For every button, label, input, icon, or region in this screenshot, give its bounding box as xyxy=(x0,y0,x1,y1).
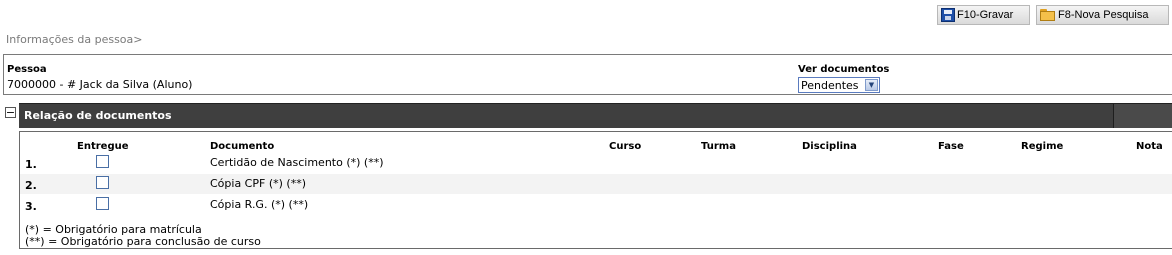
column-header-entregue: Entregue xyxy=(77,141,129,152)
collapse-section-button[interactable]: − xyxy=(5,107,16,118)
person-info-panel: Pessoa 7000000 - # Jack da Silva (Aluno)… xyxy=(3,54,1172,95)
section-header-endcap xyxy=(1113,104,1172,128)
column-header-documento: Documento xyxy=(210,141,275,152)
note-mandatory-completion: (**) = Obrigatório para conclusão de cur… xyxy=(25,235,261,248)
column-header-nota: Nota xyxy=(1136,141,1163,152)
column-header-fase: Fase xyxy=(938,141,964,152)
table-row: 1. Certidão de Nascimento (*) (**) xyxy=(20,153,1172,173)
section-header: Relação de documentos xyxy=(19,103,1172,128)
row-number: 1. xyxy=(25,158,37,171)
column-header-disciplina: Disciplina xyxy=(802,141,857,152)
view-documents-selected: Pendentes xyxy=(801,78,859,92)
document-name: Cópia CPF (*) (**) xyxy=(210,177,306,190)
column-header-turma: Turma xyxy=(701,141,736,152)
save-button-label: F10-Gravar xyxy=(957,9,1014,21)
floppy-disk-icon xyxy=(941,8,955,22)
view-documents-label: Ver documentos xyxy=(798,64,890,75)
documents-table: Entregue Documento Curso Turma Disciplin… xyxy=(19,131,1172,249)
section-title: Relação de documentos xyxy=(24,109,172,122)
view-documents-select[interactable]: Pendentes ▼ xyxy=(798,77,880,93)
column-header-curso: Curso xyxy=(609,141,642,152)
person-value: 7000000 - # Jack da Silva (Aluno) xyxy=(7,78,193,91)
minus-icon: − xyxy=(5,106,16,119)
column-header-regime: Regime xyxy=(1021,141,1064,152)
folder-icon xyxy=(1040,8,1056,22)
delivered-checkbox[interactable] xyxy=(96,176,109,189)
chevron-down-icon[interactable]: ▼ xyxy=(865,79,878,91)
table-row: 3. Cópia R.G. (*) (**) xyxy=(20,195,1172,215)
table-row: 2. Cópia CPF (*) (**) xyxy=(20,174,1172,194)
delivered-checkbox[interactable] xyxy=(96,197,109,210)
new-search-button-label: F8-Nova Pesquisa xyxy=(1058,9,1149,21)
save-button[interactable]: F10-Gravar xyxy=(937,5,1030,25)
new-search-button[interactable]: F8-Nova Pesquisa xyxy=(1036,5,1169,25)
document-name: Certidão de Nascimento (*) (**) xyxy=(210,156,384,169)
document-name: Cópia R.G. (*) (**) xyxy=(210,198,309,211)
delivered-checkbox[interactable] xyxy=(96,155,109,168)
legend-notes: (*) = Obrigatório para matrícula (**) = … xyxy=(25,224,261,248)
breadcrumb: Informações da pessoa> xyxy=(6,33,143,46)
person-label: Pessoa xyxy=(7,64,47,75)
toolbar: F10-Gravar F8-Nova Pesquisa xyxy=(937,5,1169,25)
row-number: 3. xyxy=(25,200,37,213)
row-number: 2. xyxy=(25,179,37,192)
